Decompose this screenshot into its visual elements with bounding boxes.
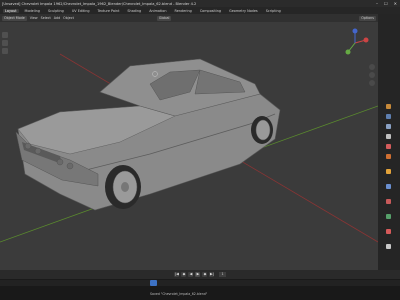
current-frame-field[interactable]: 1 [219, 272, 226, 277]
add-menu[interactable]: Add [54, 16, 60, 20]
tab-scripting[interactable]: Scripting [264, 9, 283, 13]
workspace-tabs: Layout Modeling Sculpting UV Editing Tex… [0, 7, 400, 14]
render-properties-icon[interactable] [386, 114, 391, 119]
maximize-button[interactable]: ☐ [384, 1, 388, 6]
tab-compositing[interactable]: Compositing [198, 9, 223, 13]
play-icon[interactable]: ▶ [195, 272, 201, 277]
mode-dropdown[interactable]: Object Mode [2, 15, 27, 21]
navigation-gizmo[interactable] [340, 28, 370, 58]
tab-layout[interactable]: Layout [3, 8, 19, 13]
jump-start-icon[interactable]: |◀ [174, 272, 180, 277]
physics-properties-icon[interactable] [386, 199, 391, 204]
status-message: Saved "Chevrolet_Impala_62.blend" [150, 292, 208, 296]
move-tool-button[interactable] [2, 48, 8, 54]
tab-sculpting[interactable]: Sculpting [46, 9, 66, 13]
zoom-icon[interactable] [369, 64, 375, 70]
next-keyframe-icon[interactable]: ◆ [202, 272, 208, 277]
prev-keyframe-icon[interactable]: ◆ [181, 272, 187, 277]
properties-tab-bar [378, 14, 400, 286]
jump-end-icon[interactable]: ▶| [209, 272, 215, 277]
world-properties-icon[interactable] [386, 154, 391, 159]
3d-viewport[interactable]: Object Mode View Select Add Object Globa… [0, 14, 378, 270]
viewport-canvas [0, 53, 378, 243]
tab-geometry-nodes[interactable]: Geometry Nodes [227, 9, 260, 13]
select-tool-button[interactable] [2, 32, 8, 38]
tab-modeling[interactable]: Modeling [23, 9, 42, 13]
transform-orientation-dropdown[interactable]: Global [156, 15, 172, 21]
output-properties-icon[interactable] [386, 124, 391, 129]
tab-animation[interactable]: Animation [147, 9, 168, 13]
object-menu[interactable]: Object [63, 16, 74, 20]
object-data-properties-icon[interactable] [386, 214, 391, 219]
tab-shading[interactable]: Shading [125, 9, 143, 13]
close-button[interactable]: ✕ [394, 1, 397, 6]
tab-texture-paint[interactable]: Texture Paint [96, 9, 122, 13]
scene-properties-icon[interactable] [386, 144, 391, 149]
material-properties-icon[interactable] [386, 229, 391, 234]
object-properties-icon[interactable] [386, 169, 391, 174]
options-dropdown[interactable]: Options [359, 15, 376, 21]
modifier-properties-icon[interactable] [386, 184, 391, 189]
pan-icon[interactable] [369, 72, 375, 78]
tab-rendering[interactable]: Rendering [172, 9, 193, 13]
play-reverse-icon[interactable]: ◀ [188, 272, 194, 277]
minimize-button[interactable]: – [376, 1, 378, 6]
tab-uv-editing[interactable]: UV Editing [70, 9, 92, 13]
window-title: [Unsaved] Chevrolet Impala 1962/Chevrole… [2, 1, 197, 6]
viewport-header: Object Mode View Select Add Object Globa… [0, 14, 378, 22]
status-bar: Saved "Chevrolet_Impala_62.blend" [0, 286, 400, 300]
camera-view-icon[interactable] [369, 80, 375, 86]
select-menu[interactable]: Select [41, 16, 51, 20]
title-bar: [Unsaved] Chevrolet Impala 1962/Chevrole… [0, 0, 400, 7]
timeline-controls: |◀ ◆ ◀ ▶ ◆ ▶| 1 [0, 270, 400, 279]
timeline-scrub-area[interactable] [0, 279, 400, 286]
tool-properties-icon[interactable] [386, 104, 391, 109]
view-layer-properties-icon[interactable] [386, 134, 391, 139]
car-model [15, 58, 281, 211]
cursor-tool-button[interactable] [2, 40, 8, 46]
view-menu[interactable]: View [30, 16, 38, 20]
texture-properties-icon[interactable] [386, 244, 391, 249]
